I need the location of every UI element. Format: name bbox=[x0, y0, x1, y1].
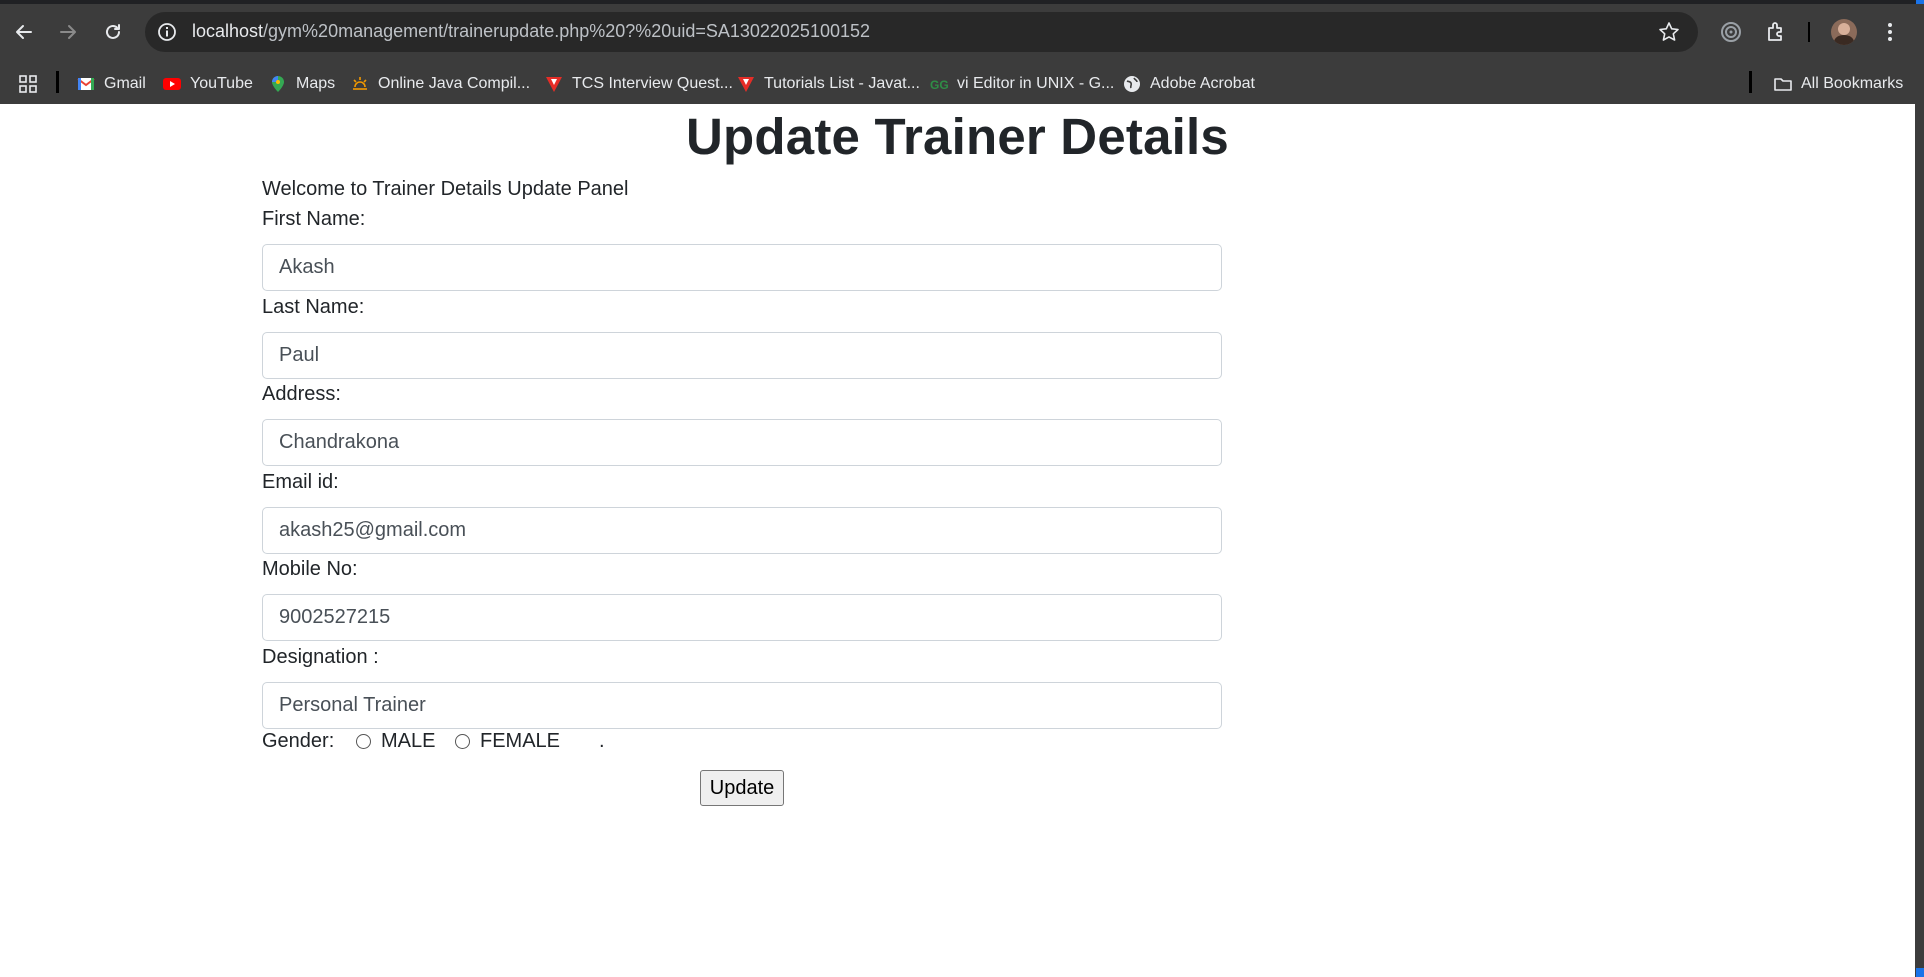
more-menu-icon[interactable] bbox=[1878, 20, 1902, 44]
arrow-right-icon bbox=[60, 25, 76, 39]
bookmarks-divider bbox=[56, 71, 59, 93]
bookmark-maps[interactable]: Maps bbox=[269, 73, 335, 95]
maps-icon bbox=[272, 76, 284, 92]
page-content: Update Trainer Details Welcome to Traine… bbox=[0, 104, 1915, 977]
apps-grid-icon[interactable] bbox=[19, 75, 37, 93]
all-bookmarks-label: All Bookmarks bbox=[1801, 75, 1904, 92]
mobile-input[interactable] bbox=[262, 594, 1222, 641]
bookmark-label: Online Java Compil... bbox=[378, 75, 531, 92]
javatpoint-icon bbox=[546, 77, 562, 92]
back-button[interactable] bbox=[10, 18, 38, 46]
mobile-label: Mobile No: bbox=[262, 558, 358, 580]
welcome-text: Welcome to Trainer Details Update Panel bbox=[262, 178, 629, 200]
bookmark-star-icon[interactable] bbox=[1658, 21, 1680, 43]
email-input[interactable] bbox=[262, 507, 1222, 554]
youtube-icon bbox=[163, 78, 181, 90]
url-path: /gym%20management/trainerupdate.php%20?%… bbox=[263, 21, 871, 41]
bookmark-gmail[interactable]: Gmail bbox=[77, 73, 146, 95]
designation-input[interactable] bbox=[262, 682, 1222, 729]
javatpoint-icon bbox=[738, 77, 754, 92]
gender-male-label: MALE bbox=[381, 730, 436, 752]
window-edge-accent bbox=[1916, 968, 1924, 977]
first-name-label: First Name: bbox=[262, 208, 366, 230]
designation-label: Designation : bbox=[262, 646, 379, 668]
address-label: Address: bbox=[262, 383, 341, 405]
bookmark-youtube[interactable]: YouTube bbox=[163, 73, 253, 95]
gender-female-radio[interactable] bbox=[455, 734, 470, 749]
url-text[interactable]: localhost/gym%20management/trainerupdate… bbox=[192, 21, 870, 42]
svg-text:GG: GG bbox=[930, 78, 948, 92]
bookmark-label: TCS Interview Quest... bbox=[572, 75, 733, 92]
extensions-puzzle-icon[interactable] bbox=[1764, 20, 1788, 44]
window-right-edge bbox=[1915, 104, 1924, 977]
gmail-icon bbox=[77, 78, 95, 90]
geeksforgeeks-icon: GG bbox=[930, 78, 948, 92]
bookmark-label: Adobe Acrobat bbox=[1150, 75, 1255, 92]
bookmark-adobe-acrobat[interactable]: Adobe Acrobat bbox=[1123, 73, 1255, 95]
update-button[interactable]: Update bbox=[700, 770, 784, 806]
bookmark-label: vi Editor in UNIX - G... bbox=[957, 75, 1115, 92]
site-info-icon[interactable] bbox=[157, 22, 177, 42]
gender-female-label: FEMALE bbox=[480, 730, 561, 752]
window-top-strip bbox=[0, 0, 1924, 4]
bookmark-tutorials-list[interactable]: Tutorials List - Javat... bbox=[737, 73, 920, 95]
bookmark-label: YouTube bbox=[190, 75, 253, 92]
bookmark-label: Gmail bbox=[104, 75, 146, 92]
toolbar-divider bbox=[1808, 22, 1810, 42]
google-lens-icon[interactable] bbox=[1719, 20, 1743, 44]
folder-icon bbox=[1774, 78, 1792, 91]
bookmark-label: Maps bbox=[296, 75, 336, 92]
bookmark-label: Tutorials List - Javat... bbox=[764, 75, 920, 92]
bookmarks-divider bbox=[1749, 71, 1752, 93]
compiler-icon bbox=[353, 77, 367, 90]
url-host: localhost bbox=[192, 21, 264, 41]
last-name-input[interactable] bbox=[262, 332, 1222, 379]
gender-male-radio[interactable] bbox=[356, 734, 371, 749]
globe-icon bbox=[1124, 76, 1140, 92]
first-name-input[interactable] bbox=[262, 244, 1222, 291]
reload-icon bbox=[106, 24, 120, 39]
address-input[interactable] bbox=[262, 419, 1222, 466]
page-title: Update Trainer Details bbox=[686, 108, 1229, 165]
email-label: Email id: bbox=[262, 471, 339, 493]
all-bookmarks-button[interactable]: All Bookmarks bbox=[1774, 73, 1903, 95]
gender-label: Gender: bbox=[262, 730, 335, 752]
forward-button[interactable] bbox=[54, 18, 82, 46]
reload-button[interactable] bbox=[99, 18, 127, 46]
profile-avatar[interactable] bbox=[1831, 19, 1857, 45]
gender-trailing-dot: . bbox=[599, 730, 605, 752]
browser-tab-strip: localhost/gym%20management/trainerupdate… bbox=[0, 0, 1924, 63]
arrow-left-icon bbox=[16, 25, 32, 39]
bookmark-tcs-interview[interactable]: TCS Interview Quest... bbox=[545, 73, 733, 95]
address-bar[interactable]: localhost/gym%20management/trainerupdate… bbox=[145, 12, 1698, 52]
window-edge-accent bbox=[1916, 0, 1924, 4]
bookmark-online-java-compiler[interactable]: Online Java Compil... bbox=[351, 73, 530, 95]
bookmark-vi-editor[interactable]: GG vi Editor in UNIX - G... bbox=[930, 73, 1114, 95]
bookmarks-bar: Gmail YouTube Maps Online Java Compil...… bbox=[0, 63, 1924, 105]
last-name-label: Last Name: bbox=[262, 296, 365, 318]
